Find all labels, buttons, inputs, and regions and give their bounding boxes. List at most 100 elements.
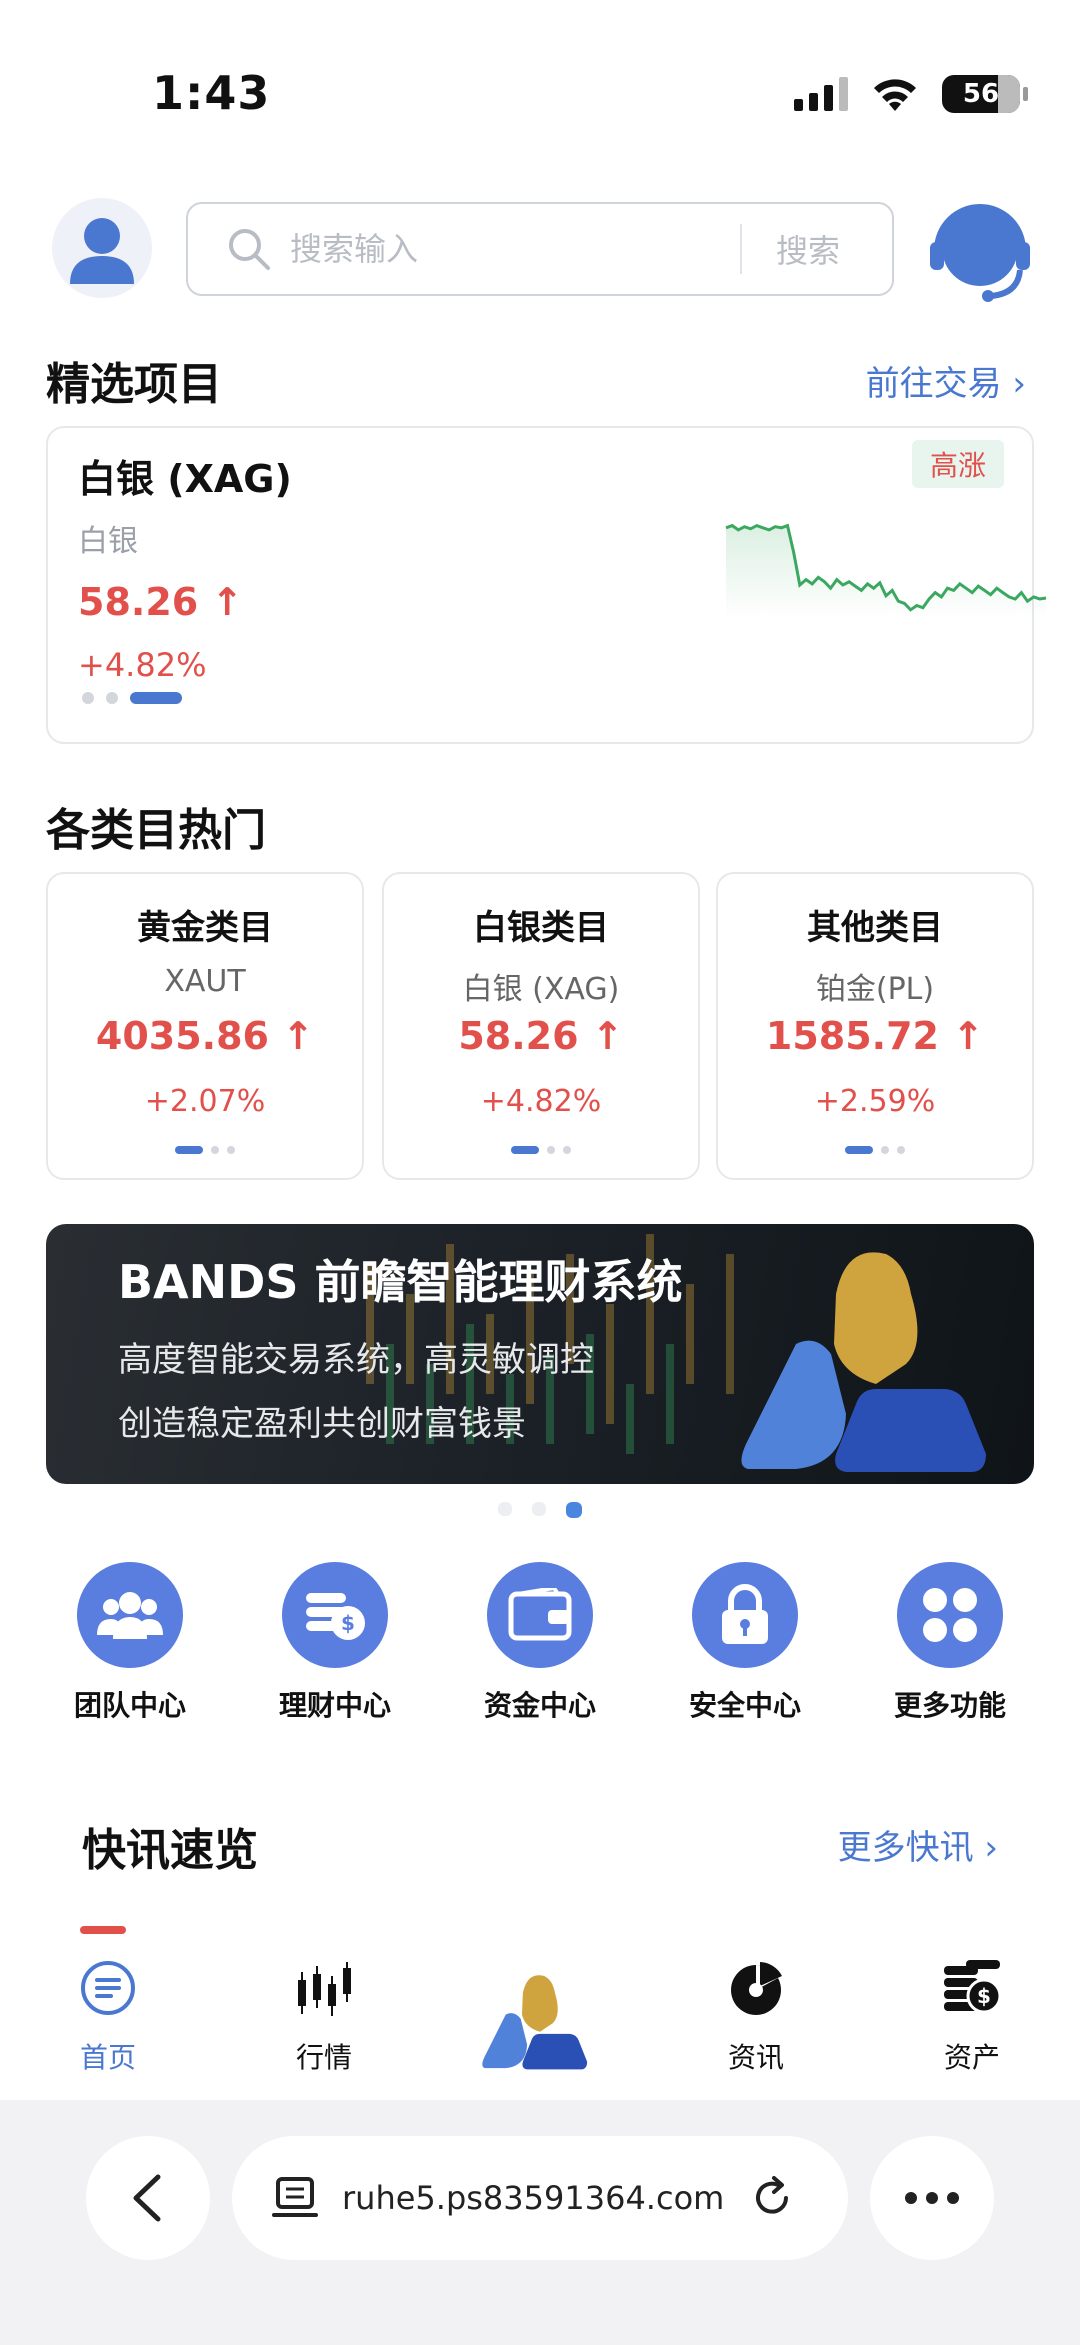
banner-line-1: 高度智能交易系统，高灵敏调控 xyxy=(118,1340,594,1380)
news-section-title: 快讯速览 xyxy=(82,1825,258,1876)
category-price: 4035.86 ↑ xyxy=(95,1014,315,1058)
function-label: 理财中心 xyxy=(278,1689,391,1722)
search-bar[interactable]: 搜索 xyxy=(186,202,894,296)
customer-service-button[interactable] xyxy=(928,198,1032,304)
category-change: +2.07% xyxy=(144,1084,266,1119)
category-pager xyxy=(384,1146,698,1154)
category-sub: 铂金(PL) xyxy=(815,972,935,1007)
pager-dot xyxy=(82,692,94,704)
page-menu-icon xyxy=(272,2177,318,2217)
function-label: 资金中心 xyxy=(483,1689,596,1722)
chevron-left-icon xyxy=(133,2174,161,2222)
browser-url-bar[interactable]: ruhe5.ps83591364.com xyxy=(232,2136,848,2260)
headset-icon xyxy=(930,204,1030,302)
category-pager xyxy=(48,1146,362,1154)
browser-back-button[interactable] xyxy=(86,2136,210,2260)
search-button[interactable]: 搜索 xyxy=(776,226,840,272)
avatar[interactable] xyxy=(52,198,152,298)
category-sub: 白银 (XAG) xyxy=(462,972,620,1007)
coin-stack-icon: $ xyxy=(944,1960,1002,2014)
tab-label: 首页 xyxy=(79,2041,136,2074)
tab-home[interactable]: 首页 xyxy=(38,1958,178,2076)
sparkline-chart xyxy=(725,523,1047,618)
search-input[interactable] xyxy=(288,229,732,269)
user-icon xyxy=(70,218,134,284)
grid-icon xyxy=(897,1562,1003,1668)
reload-icon[interactable] xyxy=(750,2176,794,2220)
category-title: 黄金类目 xyxy=(137,908,273,948)
go-trade-link[interactable]: 前往交易 › xyxy=(866,356,1026,405)
category-change: +4.82% xyxy=(480,1084,602,1119)
status-time: 1:43 xyxy=(152,66,271,120)
logo-icon xyxy=(482,1975,588,2070)
svg-text:$: $ xyxy=(977,1984,991,2008)
featured-pager xyxy=(82,692,182,704)
pie-icon xyxy=(731,1962,782,2015)
category-pager xyxy=(718,1146,1032,1154)
tab-market[interactable]: 行情 xyxy=(254,1958,394,2076)
function-team-center[interactable]: 团队中心 xyxy=(60,1562,200,1724)
category-sub: XAUT xyxy=(164,964,246,999)
featured-card[interactable]: 白银 (XAG) 白银 58.26 ↑ +4.82% 高涨 xyxy=(46,426,1047,744)
function-security-center[interactable]: 安全中心 xyxy=(675,1562,815,1724)
featured-section-title: 精选项目 xyxy=(46,359,222,410)
search-divider xyxy=(740,224,742,274)
pager-dot-active xyxy=(130,692,182,704)
bands-logo-icon xyxy=(741,1252,986,1472)
banner-pager xyxy=(0,1502,1080,1518)
category-card-silver[interactable]: 白银类目 白银 (XAG) 58.26 ↑ +4.82% xyxy=(382,872,700,1180)
candlestick-icon xyxy=(298,1962,351,2016)
promo-banner[interactable]: BANDS 前瞻智能理财系统 高度智能交易系统，高灵敏调控 创造稳定盈利共创财富… xyxy=(46,1224,1034,1484)
team-icon xyxy=(77,1562,183,1668)
function-more[interactable]: 更多功能 xyxy=(880,1562,1020,1724)
featured-name: 白银 (XAG) xyxy=(78,457,292,501)
news-tag-marker xyxy=(80,1926,126,1934)
browser-more-button[interactable] xyxy=(870,2136,994,2260)
home-icon xyxy=(81,1961,135,2015)
featured-price: 58.26 ↑ xyxy=(78,580,244,624)
pager-dot xyxy=(498,1502,512,1516)
tab-center-logo[interactable] xyxy=(470,1966,610,2080)
category-price: 58.26 ↑ xyxy=(458,1014,624,1058)
tab-label: 行情 xyxy=(295,2041,352,2074)
tab-label: 资讯 xyxy=(727,2041,784,2074)
featured-change: +4.82% xyxy=(78,646,207,684)
featured-subtitle: 白银 xyxy=(78,524,138,559)
wifi-icon xyxy=(874,79,916,111)
function-label: 更多功能 xyxy=(893,1689,1006,1722)
lock-icon xyxy=(692,1562,798,1668)
status-badge: 高涨 xyxy=(911,440,1004,488)
categories-section-title: 各类目热门 xyxy=(46,805,266,856)
coins-icon: $ xyxy=(282,1562,388,1668)
category-price: 1585.72 ↑ xyxy=(765,1014,985,1058)
category-card-other[interactable]: 其他类目 铂金(PL) 1585.72 ↑ +2.59% xyxy=(716,872,1034,1180)
tab-news[interactable]: 资讯 xyxy=(686,1958,826,2076)
category-title: 白银类目 xyxy=(473,908,609,948)
tab-assets[interactable]: $ 资产 xyxy=(902,1958,1042,2076)
category-change: +2.59% xyxy=(814,1084,936,1119)
more-dots-icon xyxy=(905,2192,959,2204)
svg-text:$: $ xyxy=(341,1611,355,1635)
battery-icon: 56 xyxy=(942,75,1028,113)
function-label: 安全中心 xyxy=(688,1689,801,1722)
category-card-gold[interactable]: 黄金类目 XAUT 4035.86 ↑ +2.07% xyxy=(46,872,364,1180)
pager-dot xyxy=(532,1502,546,1516)
tab-label: 资产 xyxy=(943,2041,1000,2074)
status-icons: 56 xyxy=(794,72,1028,116)
function-label: 团队中心 xyxy=(73,1689,186,1722)
more-news-link[interactable]: 更多快讯 › xyxy=(838,1820,998,1869)
wallet-icon xyxy=(487,1562,593,1668)
banner-line-2: 创造稳定盈利共创财富钱景 xyxy=(118,1404,526,1444)
pager-dot-active xyxy=(566,1502,582,1518)
function-funds-center[interactable]: 资金中心 xyxy=(470,1562,610,1724)
signal-icon xyxy=(794,77,848,111)
battery-level: 56 xyxy=(962,79,1000,109)
pager-dot xyxy=(106,692,118,704)
url-text: ruhe5.ps83591364.com xyxy=(342,2179,725,2217)
category-title: 其他类目 xyxy=(807,908,943,948)
tab-bar: 首页 行情 资讯 $ 资产 xyxy=(0,1936,1080,2096)
sparkline-area xyxy=(726,525,1046,618)
search-icon xyxy=(229,229,270,270)
function-finance-center[interactable]: $ 理财中心 xyxy=(265,1562,405,1724)
banner-title: BANDS 前瞻智能理财系统 xyxy=(118,1255,683,1309)
